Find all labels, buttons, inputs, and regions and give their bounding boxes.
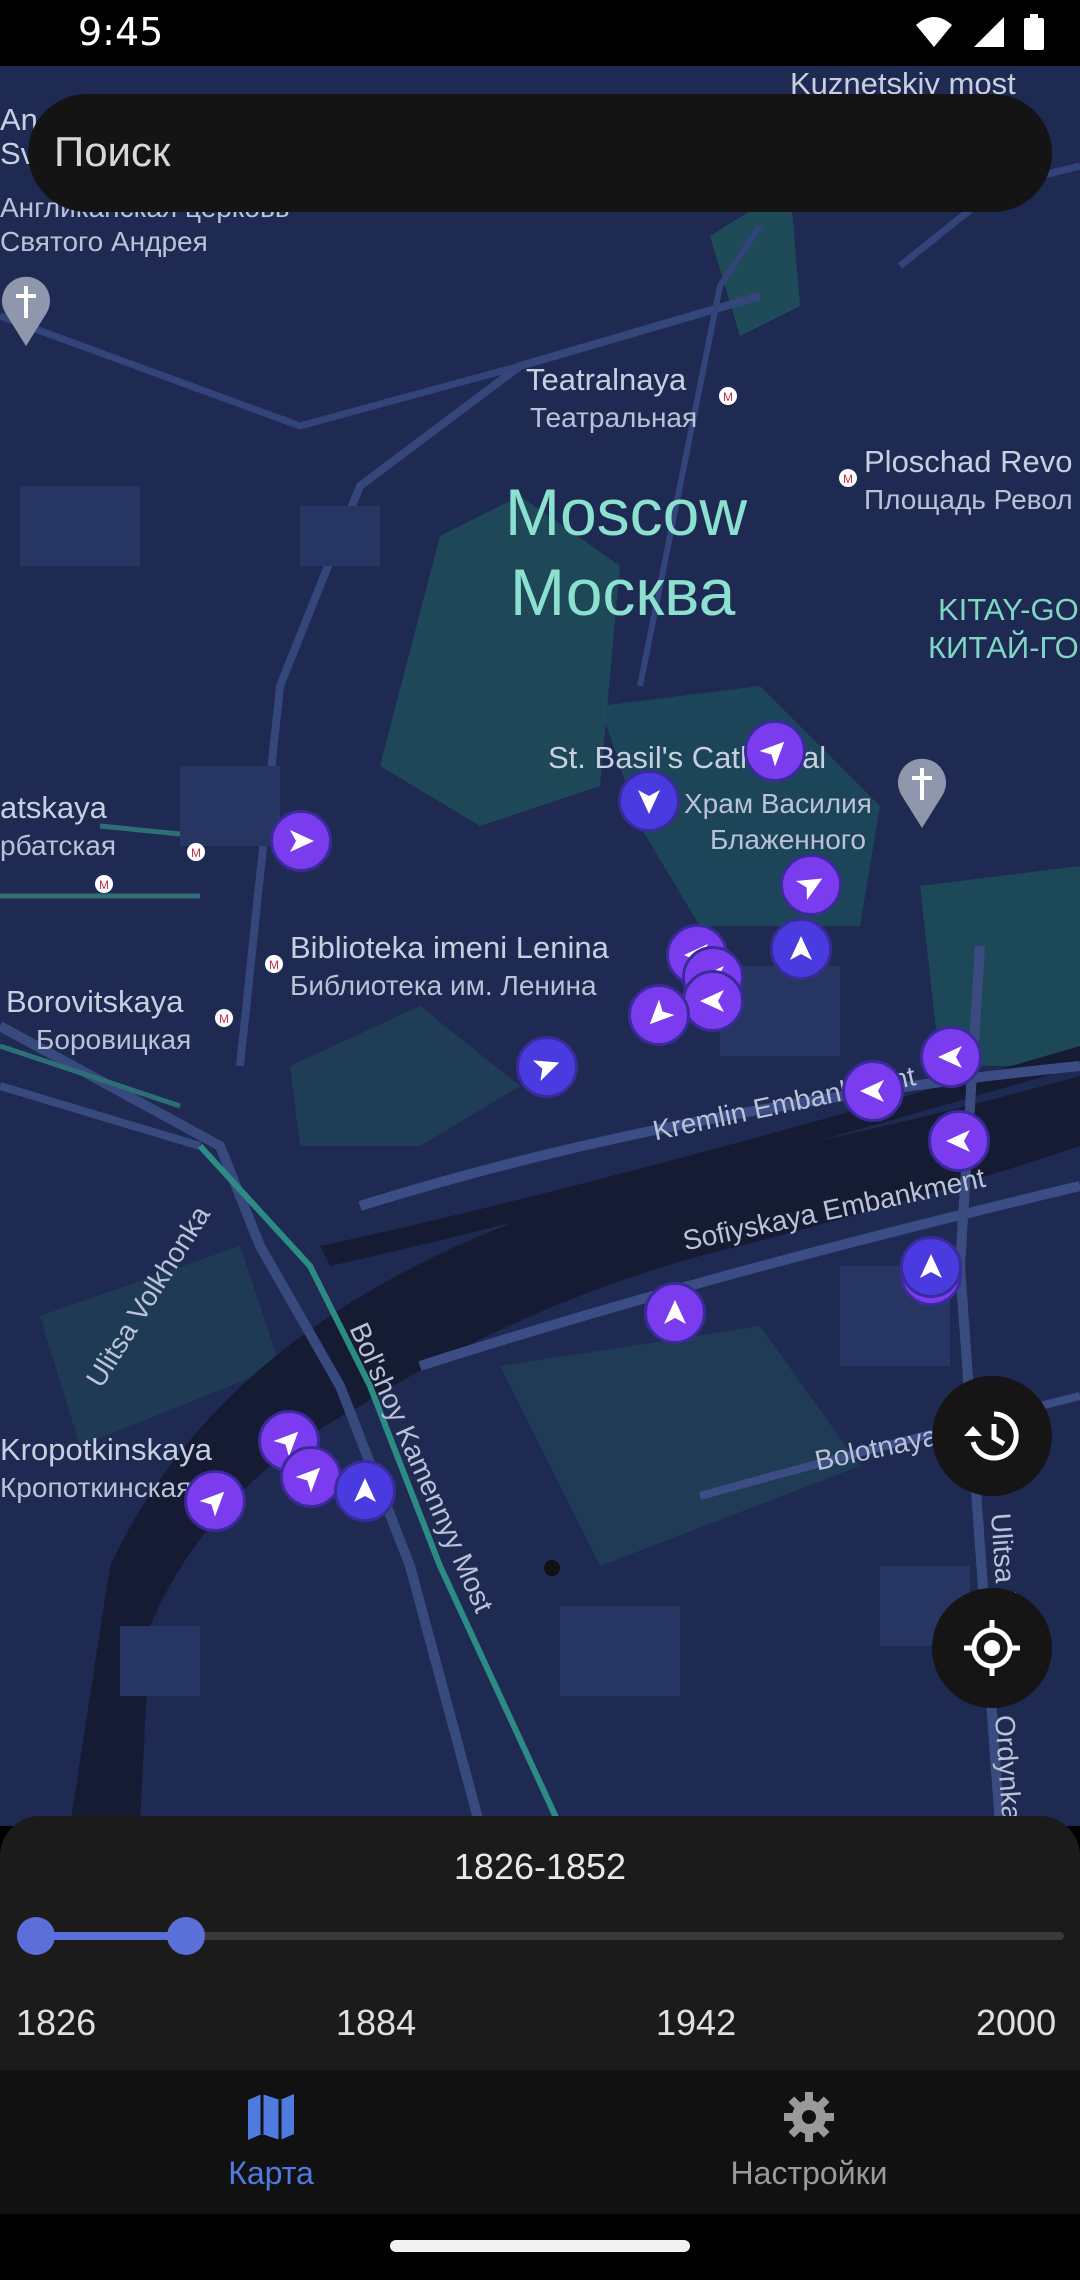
history-marker[interactable] bbox=[900, 1236, 962, 1298]
map-label-city: Москва bbox=[510, 555, 736, 629]
status-bar: 9:45 bbox=[0, 0, 1080, 66]
direction-arrow-icon bbox=[860, 1080, 884, 1102]
slider-active-range bbox=[36, 1932, 186, 1940]
map-label: Библиотека им. Ленина bbox=[290, 970, 597, 1001]
metro-icon[interactable]: M bbox=[186, 842, 206, 862]
history-marker[interactable] bbox=[644, 1282, 706, 1344]
direction-arrow-icon bbox=[638, 790, 660, 814]
svg-text:M: M bbox=[843, 472, 853, 486]
gear-icon bbox=[784, 2092, 834, 2142]
history-marker[interactable] bbox=[842, 1060, 904, 1122]
direction-arrow-icon bbox=[649, 999, 675, 1025]
map-label: Kropotkinskaya bbox=[0, 1432, 212, 1467]
map-label: Biblioteka imeni Lenina bbox=[290, 930, 609, 965]
map-label-city: Moscow bbox=[505, 475, 748, 549]
history-marker[interactable] bbox=[628, 984, 690, 1046]
metro-icon[interactable]: M bbox=[264, 954, 284, 974]
slider-tick-label: 2000 bbox=[976, 2002, 1057, 2043]
metro-icon[interactable]: M bbox=[94, 874, 114, 894]
nav-item-map[interactable]: Карта bbox=[121, 2090, 421, 2192]
direction-arrow-icon bbox=[199, 1491, 225, 1517]
history-marker[interactable] bbox=[920, 1026, 982, 1088]
battery-icon bbox=[1024, 14, 1044, 50]
history-button[interactable] bbox=[932, 1376, 1052, 1496]
status-icons bbox=[914, 14, 1044, 50]
map-icon bbox=[248, 2094, 294, 2140]
direction-arrow-icon bbox=[290, 830, 314, 852]
metro-icon[interactable]: M bbox=[838, 468, 858, 488]
map-label: Borovitskaya bbox=[6, 984, 184, 1019]
direction-arrow-icon bbox=[790, 936, 812, 960]
history-marker[interactable] bbox=[270, 810, 332, 872]
gesture-bar bbox=[0, 2214, 1080, 2280]
timeline-sheet: 1826-1852 1826 1884 1942 2000 bbox=[0, 1816, 1080, 2070]
wifi-icon bbox=[916, 17, 952, 47]
slider-tick-label: 1884 bbox=[336, 2002, 417, 2043]
map-label: Боровицкая bbox=[36, 1024, 192, 1055]
svg-text:M: M bbox=[99, 878, 109, 892]
status-time: 9:45 bbox=[78, 10, 164, 54]
range-label: 1826-1852 bbox=[453, 1846, 627, 1887]
history-marker[interactable] bbox=[682, 970, 744, 1032]
slider-thumb-start[interactable] bbox=[17, 1917, 55, 1955]
map-label: KITAY-GO bbox=[938, 592, 1079, 627]
map-label: Кропоткинская bbox=[0, 1472, 192, 1503]
history-marker[interactable] bbox=[928, 1110, 990, 1172]
bottom-nav: Карта Настройки bbox=[0, 2070, 1080, 2214]
svg-text:M: M bbox=[219, 1012, 229, 1026]
history-marker[interactable] bbox=[780, 854, 842, 916]
history-marker[interactable] bbox=[280, 1446, 342, 1508]
map-label: рбатская bbox=[0, 830, 117, 861]
direction-arrow-icon bbox=[946, 1130, 970, 1152]
search-input[interactable]: Поиск bbox=[28, 94, 1052, 212]
svg-text:M: M bbox=[191, 846, 201, 860]
slider-tick-label: 1942 bbox=[656, 2002, 737, 2043]
history-marker[interactable] bbox=[744, 720, 806, 782]
direction-arrow-icon bbox=[700, 990, 724, 1012]
nav-label-settings: Настройки bbox=[730, 2155, 888, 2191]
direction-arrow-icon bbox=[759, 741, 785, 767]
history-marker[interactable] bbox=[184, 1470, 246, 1532]
search-placeholder: Поиск bbox=[54, 128, 171, 175]
nav-item-settings[interactable]: Настройки bbox=[659, 2090, 959, 2192]
metro-icon[interactable]: M bbox=[214, 1008, 234, 1028]
church-pin-icon[interactable] bbox=[0, 276, 52, 348]
map-label: Театральная bbox=[530, 402, 698, 433]
svg-text:M: M bbox=[269, 958, 279, 972]
locate-button[interactable] bbox=[932, 1588, 1052, 1708]
history-marker[interactable] bbox=[618, 770, 680, 832]
home-indicator[interactable] bbox=[390, 2240, 690, 2252]
map-label: КИТАЙ-ГО bbox=[928, 630, 1079, 665]
history-marker[interactable] bbox=[334, 1460, 396, 1522]
signal-icon bbox=[974, 17, 1004, 47]
map-label: atskaya bbox=[0, 790, 107, 825]
nav-label-map: Карта bbox=[228, 2155, 314, 2191]
svg-text:M: M bbox=[723, 390, 733, 404]
map-label: Святого Андрея bbox=[0, 226, 208, 257]
direction-arrow-icon bbox=[354, 1478, 376, 1502]
slider-thumb-end[interactable] bbox=[167, 1917, 205, 1955]
church-pin-icon[interactable] bbox=[896, 758, 948, 830]
poi-dot[interactable] bbox=[544, 1560, 560, 1576]
history-marker[interactable] bbox=[516, 1036, 578, 1098]
map-label: Блаженного bbox=[710, 824, 866, 855]
direction-arrow-icon bbox=[938, 1046, 962, 1068]
metro-icon[interactable]: M bbox=[718, 386, 738, 406]
direction-arrow-icon bbox=[795, 878, 823, 901]
my-location-icon bbox=[964, 1620, 1020, 1676]
direction-arrow-icon bbox=[532, 1060, 560, 1082]
direction-arrow-icon bbox=[664, 1300, 686, 1324]
map-label: Teatralnaya bbox=[526, 362, 687, 397]
map-label: Площадь Револ bbox=[864, 484, 1073, 515]
map-label: Ploschad Revo bbox=[864, 444, 1073, 479]
direction-arrow-icon bbox=[920, 1254, 942, 1278]
direction-arrow-icon bbox=[295, 1467, 321, 1493]
map-label: Храм Василия bbox=[684, 788, 872, 819]
map-view[interactable]: Kuznetskiy most An Svy Англиканская церк… bbox=[0, 66, 1080, 1826]
history-icon bbox=[964, 1411, 1019, 1461]
slider-tick-label: 1826 bbox=[16, 2002, 97, 2043]
history-marker[interactable] bbox=[770, 918, 832, 980]
